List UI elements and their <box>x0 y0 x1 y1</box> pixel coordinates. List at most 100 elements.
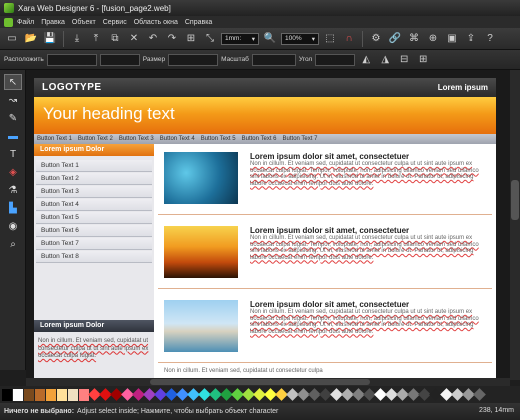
color-swatch[interactable] <box>24 388 34 401</box>
zoom-select[interactable]: 100% ▾ <box>281 32 319 45</box>
nav-button[interactable]: Button Text 5 <box>201 136 236 142</box>
header-right-text[interactable]: Lorem ipsum <box>438 83 488 92</box>
shadow-tool-icon[interactable]: ▙ <box>4 200 22 216</box>
heading-banner[interactable]: Your heading text <box>34 97 496 134</box>
sidebar-button[interactable]: Button Text 5 <box>36 212 152 224</box>
grid-icon[interactable]: ⊞ <box>183 31 199 47</box>
undo-icon[interactable]: ↶ <box>145 31 161 47</box>
article-title[interactable]: Lorem ipsum dolor sit amet, consectetuer <box>250 226 409 235</box>
flip-vertical-icon[interactable]: ◮ <box>377 52 393 68</box>
sidebar-text[interactable]: Non in cillum. Et veniam sed, cupidatat … <box>38 338 150 361</box>
status-hint: Adjust select inside; Нажмите, чтобы выб… <box>77 408 279 415</box>
position-y-input[interactable] <box>99 53 140 66</box>
sidebar-button[interactable]: Button Text 8 <box>36 251 152 263</box>
menu-object[interactable]: Объект <box>72 19 96 26</box>
snap-icon[interactable]: ⊞ <box>415 52 431 68</box>
zoom-fit-icon[interactable]: ⬚ <box>322 31 338 47</box>
article-body[interactable]: Non in cillum. Et veniam sed, cupidatat … <box>250 309 486 335</box>
redo-icon[interactable]: ↷ <box>164 31 180 47</box>
pen-tool-icon[interactable]: ✎ <box>4 110 22 126</box>
sidebar-header[interactable]: Lorem ipsum Dolor <box>34 144 154 156</box>
color-swatch[interactable] <box>473 388 486 401</box>
copy-icon[interactable]: ⧉ <box>107 31 123 47</box>
article[interactable]: Lorem ipsum dolor sit amet, consectetuer… <box>154 292 496 366</box>
sidebar-button[interactable]: Button Text 1 <box>36 160 152 172</box>
nav-button[interactable]: Button Text 2 <box>78 136 113 142</box>
unit-select[interactable]: 1mm: ▾ <box>221 32 259 45</box>
web-properties-icon[interactable]: ⊕ <box>425 31 441 47</box>
nav-button[interactable]: Button Text 7 <box>283 136 318 142</box>
menu-edit[interactable]: Правка <box>41 19 65 26</box>
new-document-icon[interactable]: ▭ <box>4 31 20 47</box>
save-icon[interactable]: 💾 <box>42 31 58 47</box>
zoom-tool-icon[interactable]: ⌕ <box>4 236 22 252</box>
sidebar-button[interactable]: Button Text 2 <box>36 173 152 185</box>
magnet-icon[interactable]: ∩ <box>341 31 357 47</box>
photo-tool-icon[interactable]: ◉ <box>4 218 22 234</box>
article[interactable]: Lorem ipsum dolor sit amet, consectetuer… <box>154 218 496 292</box>
article-body[interactable]: Non in cillum. Et veniam sed, cupidatat … <box>250 161 486 187</box>
html-icon[interactable]: ⌘ <box>406 31 422 47</box>
menu-file[interactable]: Файл <box>17 19 34 26</box>
import-icon[interactable]: ⤓ <box>69 31 85 47</box>
properties-icon[interactable]: ⚙ <box>368 31 384 47</box>
color-swatch[interactable] <box>13 388 23 401</box>
sidebar-button[interactable]: Button Text 3 <box>36 186 152 198</box>
sidebar-button[interactable]: Button Text 4 <box>36 199 152 211</box>
flip-horizontal-icon[interactable]: ◭ <box>358 52 374 68</box>
scale-input[interactable] <box>251 53 296 66</box>
menu-help[interactable]: Справка <box>185 19 212 26</box>
position-label: Расположить <box>4 56 44 63</box>
color-swatch[interactable] <box>68 388 78 401</box>
article-body[interactable]: Non in cillum. Et veniam sed, cupidatat … <box>250 235 486 261</box>
color-swatch[interactable] <box>57 388 67 401</box>
sunset-tree-photo[interactable] <box>164 226 238 278</box>
horizontal-scrollbar-thumb[interactable] <box>150 379 370 385</box>
delete-icon[interactable]: ✕ <box>126 31 142 47</box>
angle-input[interactable] <box>315 53 356 66</box>
help-icon[interactable]: ? <box>482 31 498 47</box>
position-x-input[interactable] <box>46 53 97 66</box>
harbor-photo[interactable] <box>164 300 238 352</box>
article[interactable]: Lorem ipsum dolor sit amet, consectetuer… <box>154 144 496 218</box>
site-header[interactable]: LOGOTYPE Lorem ipsum <box>34 78 496 97</box>
transparency-tool-icon[interactable]: ⚗ <box>4 182 22 198</box>
nav-button[interactable]: Button Text 3 <box>119 136 154 142</box>
text-tool-icon[interactable]: T <box>4 146 22 162</box>
sidebar-button[interactable]: Button Text 6 <box>36 225 152 237</box>
selector-tool-icon[interactable]: ↖ <box>4 74 22 90</box>
zoom-icon[interactable]: 🔍 <box>262 31 278 47</box>
color-swatch[interactable] <box>46 388 56 401</box>
bottom-text[interactable]: Non in cillum. Et veniam sed, cupidatat … <box>164 368 323 374</box>
app-menu-icon[interactable] <box>4 17 13 27</box>
transform-icon[interactable]: ⤡ <box>202 31 218 47</box>
vertical-scrollbar-thumb[interactable] <box>511 180 519 220</box>
article-title[interactable]: Lorem ipsum dolor sit amet, consectetuer <box>250 152 409 161</box>
web-page[interactable]: LOGOTYPE Lorem ipsum Your heading text B… <box>34 78 496 378</box>
nav-button[interactable]: Button Text 6 <box>242 136 277 142</box>
export-icon[interactable]: ⤒ <box>88 31 104 47</box>
vertical-scrollbar[interactable] <box>510 70 520 380</box>
color-swatch[interactable] <box>2 388 12 401</box>
article-title[interactable]: Lorem ipsum dolor sit amet, consectetuer <box>250 300 409 309</box>
open-icon[interactable]: 📂 <box>23 31 39 47</box>
fill-tool-icon[interactable]: ◈ <box>4 164 22 180</box>
preview-icon[interactable]: ▣ <box>444 31 460 47</box>
menu-tools[interactable]: Сервис <box>103 19 127 26</box>
sidebar-button-label: Button Text 8 <box>41 253 79 260</box>
sidebar-header-2[interactable]: Lorem ipsum Dolor <box>34 320 154 332</box>
menu-window[interactable]: Область окна <box>134 19 178 26</box>
shape-editor-tool-icon[interactable]: ↝ <box>4 92 22 108</box>
publish-icon[interactable]: ⇪ <box>463 31 479 47</box>
color-swatch[interactable] <box>35 388 45 401</box>
underwater-photo[interactable] <box>164 152 238 204</box>
link-icon[interactable]: 🔗 <box>387 31 403 47</box>
size-input[interactable] <box>168 53 219 66</box>
logotype[interactable]: LOGOTYPE <box>42 82 102 93</box>
lock-icon[interactable]: ⊟ <box>396 52 412 68</box>
nav-button[interactable]: Button Text 1 <box>37 136 72 142</box>
sidebar-button[interactable]: Button Text 7 <box>36 238 152 250</box>
heading-text[interactable]: Your heading text <box>43 104 175 124</box>
nav-button[interactable]: Button Text 4 <box>160 136 195 142</box>
rectangle-tool-icon[interactable]: ▬ <box>4 128 22 144</box>
